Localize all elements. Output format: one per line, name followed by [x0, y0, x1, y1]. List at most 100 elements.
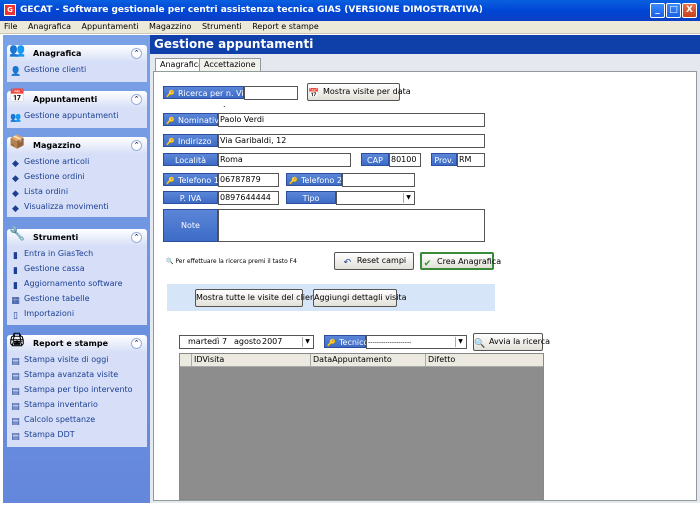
nominativo-input[interactable]: Paolo Verdi [218, 113, 485, 127]
sidebar-item-entra-giastech[interactable]: ▮ Entra in GiasTech [10, 249, 93, 263]
close-button[interactable]: X [682, 3, 697, 18]
button-label: Mostra visite per data [323, 87, 411, 96]
menu-report[interactable]: Report e stampe [248, 21, 323, 32]
indirizzo-input[interactable]: Via Garibaldi, 12 [218, 134, 485, 148]
sidebar-section-anagrafica[interactable]: 👥 Anagrafica ⌃ [7, 43, 147, 62]
minimize-button[interactable]: _ [650, 3, 665, 18]
sidebar-section-appuntamenti[interactable]: 📅 Appuntamenti ⌃ [7, 89, 147, 108]
sidebar-item-gestione-clienti[interactable]: 👤 Gestione clienti [10, 65, 86, 79]
mostra-tutte-visite-button[interactable]: Mostra tutte le visite del cliente [195, 289, 323, 307]
sidebar-item-importazioni[interactable]: ▯ Importazioni [10, 309, 74, 323]
item-label: Stampa inventario [24, 400, 98, 409]
sidebar-item-stampa-ddt[interactable]: ▤ Stampa DDT [10, 430, 74, 444]
section-title: Anagrafica [33, 49, 82, 58]
column-header-dataappuntamento[interactable]: DataAppuntamento [311, 354, 426, 367]
menu-strumenti[interactable]: Strumenti [198, 21, 246, 32]
mostra-visite-button[interactable]: 📅 Mostra visite per data [307, 83, 411, 101]
date-picker[interactable]: martedì 7 agosto 2007 ▼ [179, 335, 314, 349]
column-header-idvisita[interactable]: IDVisita [192, 354, 311, 367]
title-bar: G GECAT - Software gestionale per centri… [0, 0, 700, 21]
tab-accettazione[interactable]: Accettazione [199, 58, 261, 71]
aggiungi-dettagli-button[interactable]: Aggiungi dettagli visita [313, 289, 406, 307]
date-day: 7 [222, 337, 228, 346]
prov-input[interactable]: RM [457, 153, 485, 167]
chevron-down-icon[interactable]: ▼ [403, 193, 413, 203]
sidebar-item-stampa-visite-oggi[interactable]: ▤ Stampa visite di oggi [10, 355, 108, 369]
section-body: ◆ Gestione articoli ◆ Gestione ordini ◆ Lis… [7, 154, 147, 217]
localita-input[interactable]: Roma [218, 153, 351, 167]
chevron-down-icon[interactable]: ▼ [302, 337, 312, 347]
users-icon: 👥 [9, 43, 26, 58]
collapse-icon[interactable]: ⌃ [131, 94, 142, 105]
item-label: Gestione articoli [24, 157, 90, 166]
menu-bar: File Anagrafica Appuntamenti Magazzino S… [0, 21, 700, 34]
user-icon: 👤 [10, 67, 22, 77]
article-icon: ◆ [12, 159, 19, 169]
sidebar-item-calcolo-spettanze[interactable]: ▤ Calcolo spettanze [10, 415, 95, 429]
section-title: Strumenti [33, 233, 79, 242]
section-title: Appuntamenti [33, 95, 98, 104]
menu-file[interactable]: File [0, 21, 21, 32]
cash-icon: ▮ [13, 266, 18, 276]
sidebar-item-lista-ordini[interactable]: ◆ Lista ordini [10, 187, 68, 201]
sidebar-section-strumenti[interactable]: 🔧 Strumenti ⌃ [7, 227, 147, 246]
grid-header: IDVisita DataAppuntamento Difetto [180, 354, 543, 367]
sidebar-item-gestione-appuntamenti[interactable]: 👥 Gestione appuntamenti [10, 111, 118, 125]
sidebar-item-stampa-tipo-intervento[interactable]: ▤ Stampa per tipo intervento [10, 385, 132, 399]
key-icon: 🔑 [289, 177, 298, 185]
grid-body[interactable] [180, 367, 543, 499]
menu-anagrafica[interactable]: Anagrafica [24, 21, 75, 32]
item-label: Gestione ordini [24, 172, 85, 181]
sidebar-section-magazzino[interactable]: 📦 Magazzino ⌃ [7, 135, 147, 154]
nominativo-label: 🔑 Nominativo [163, 113, 224, 126]
sidebar-item-visualizza-movimenti[interactable]: ◆ Visualizza movimenti [10, 202, 109, 216]
telefono1-input[interactable]: 06787879 [218, 173, 279, 187]
sidebar-section-report[interactable]: 🖨 Report e stampe ⌃ [7, 333, 147, 352]
piva-label: P. IVA [163, 191, 218, 204]
date-year: 2007 [262, 337, 283, 346]
sidebar-item-stampa-inventario[interactable]: ▤ Stampa inventario [10, 400, 98, 414]
tecnico-value: -------------------- [368, 339, 412, 346]
sidebar-item-gestione-ordini[interactable]: ◆ Gestione ordini [10, 172, 85, 186]
boxes-icon: 📦 [9, 135, 26, 150]
calculator-icon: ▤ [11, 417, 20, 427]
collapse-icon[interactable]: ⌃ [131, 338, 142, 349]
calendar-icon: 📅 [308, 89, 320, 99]
item-label: Gestione clienti [24, 65, 87, 74]
collapse-icon[interactable]: ⌃ [131, 232, 142, 243]
sidebar-item-gestione-cassa[interactable]: ▮ Gestione cassa [10, 264, 85, 278]
cap-label: CAP [361, 153, 389, 166]
key-icon: 🔑 [166, 90, 175, 98]
collapse-icon[interactable]: ⌃ [131, 48, 142, 59]
sidebar-item-stampa-avanzata[interactable]: ▤ Stampa avanzata visite [10, 370, 118, 384]
menu-magazzino[interactable]: Magazzino [145, 21, 195, 32]
ricerca-input[interactable] [244, 86, 298, 100]
key-icon: 🔑 [327, 339, 336, 347]
cap-input[interactable]: 80100 [389, 153, 421, 167]
section-body: 👥 Gestione appuntamenti [7, 108, 147, 128]
tipo-select[interactable]: ▼ [336, 191, 415, 205]
sidebar-item-gestione-tabelle[interactable]: ▦ Gestione tabelle [10, 294, 89, 308]
movements-icon: ◆ [12, 204, 19, 214]
crea-anagrafica-button[interactable]: ✔ Crea Anagrafica [420, 252, 501, 270]
telefono2-input[interactable] [342, 173, 415, 187]
collapse-icon[interactable]: ⌃ [131, 140, 142, 151]
menu-appuntamenti[interactable]: Appuntamenti [78, 21, 143, 32]
reset-button[interactable]: ↶ Reset campi [334, 252, 414, 270]
list-icon: ◆ [12, 189, 19, 199]
maximize-button[interactable]: □ [666, 3, 681, 18]
avvia-ricerca-button[interactable]: 🔍 Avvia la ricerca [473, 333, 550, 351]
sidebar-item-aggiornamento-software[interactable]: ▮ Aggiornamento software [10, 279, 123, 293]
chevron-down-icon[interactable]: ▼ [455, 337, 465, 347]
tecnico-select[interactable]: -------------------- ▼ [366, 335, 467, 349]
column-header-difetto[interactable]: Difetto [426, 354, 543, 367]
piva-input[interactable]: 0897644444 [218, 191, 279, 205]
item-label: Entra in GiasTech [24, 249, 94, 258]
section-body: ▮ Entra in GiasTech ▮ Gestione cassa ▮ Aggi… [7, 246, 147, 325]
table-icon: ▦ [11, 296, 20, 306]
search-icon: 🔍 [166, 258, 174, 265]
sidebar-item-gestione-articoli[interactable]: ◆ Gestione articoli [10, 157, 89, 171]
key-icon: 🔑 [166, 177, 175, 185]
note-textarea[interactable] [218, 209, 485, 242]
check-icon: ✔ [423, 259, 432, 269]
